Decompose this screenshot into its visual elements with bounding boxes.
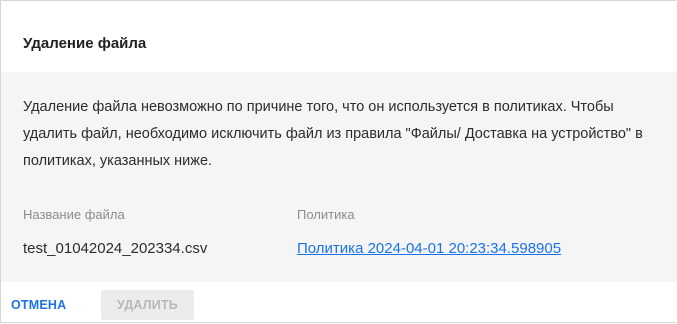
delete-button[interactable]: УДАЛИТЬ bbox=[101, 290, 194, 320]
file-name-column-header: Название файла bbox=[23, 207, 125, 222]
dialog-header: Удаление файла bbox=[1, 1, 676, 72]
dialog-body: Удаление файла невозможно по причине тог… bbox=[1, 72, 677, 282]
cancel-button[interactable]: ОТМЕНА bbox=[11, 290, 91, 320]
file-name-value: test_01042024_202334.csv bbox=[23, 240, 208, 257]
policy-column-header: Политика bbox=[297, 207, 355, 222]
dialog-title: Удаление файла bbox=[23, 35, 147, 52]
dialog-footer: ОТМЕНА УДАЛИТЬ bbox=[1, 282, 677, 324]
delete-file-dialog: Удаление файла Удаление файла невозможно… bbox=[0, 0, 677, 324]
policy-link[interactable]: Политика 2024-04-01 20:23:34.598905 bbox=[297, 240, 561, 258]
dialog-message: Удаление файла невозможно по причине тог… bbox=[23, 99, 643, 169]
